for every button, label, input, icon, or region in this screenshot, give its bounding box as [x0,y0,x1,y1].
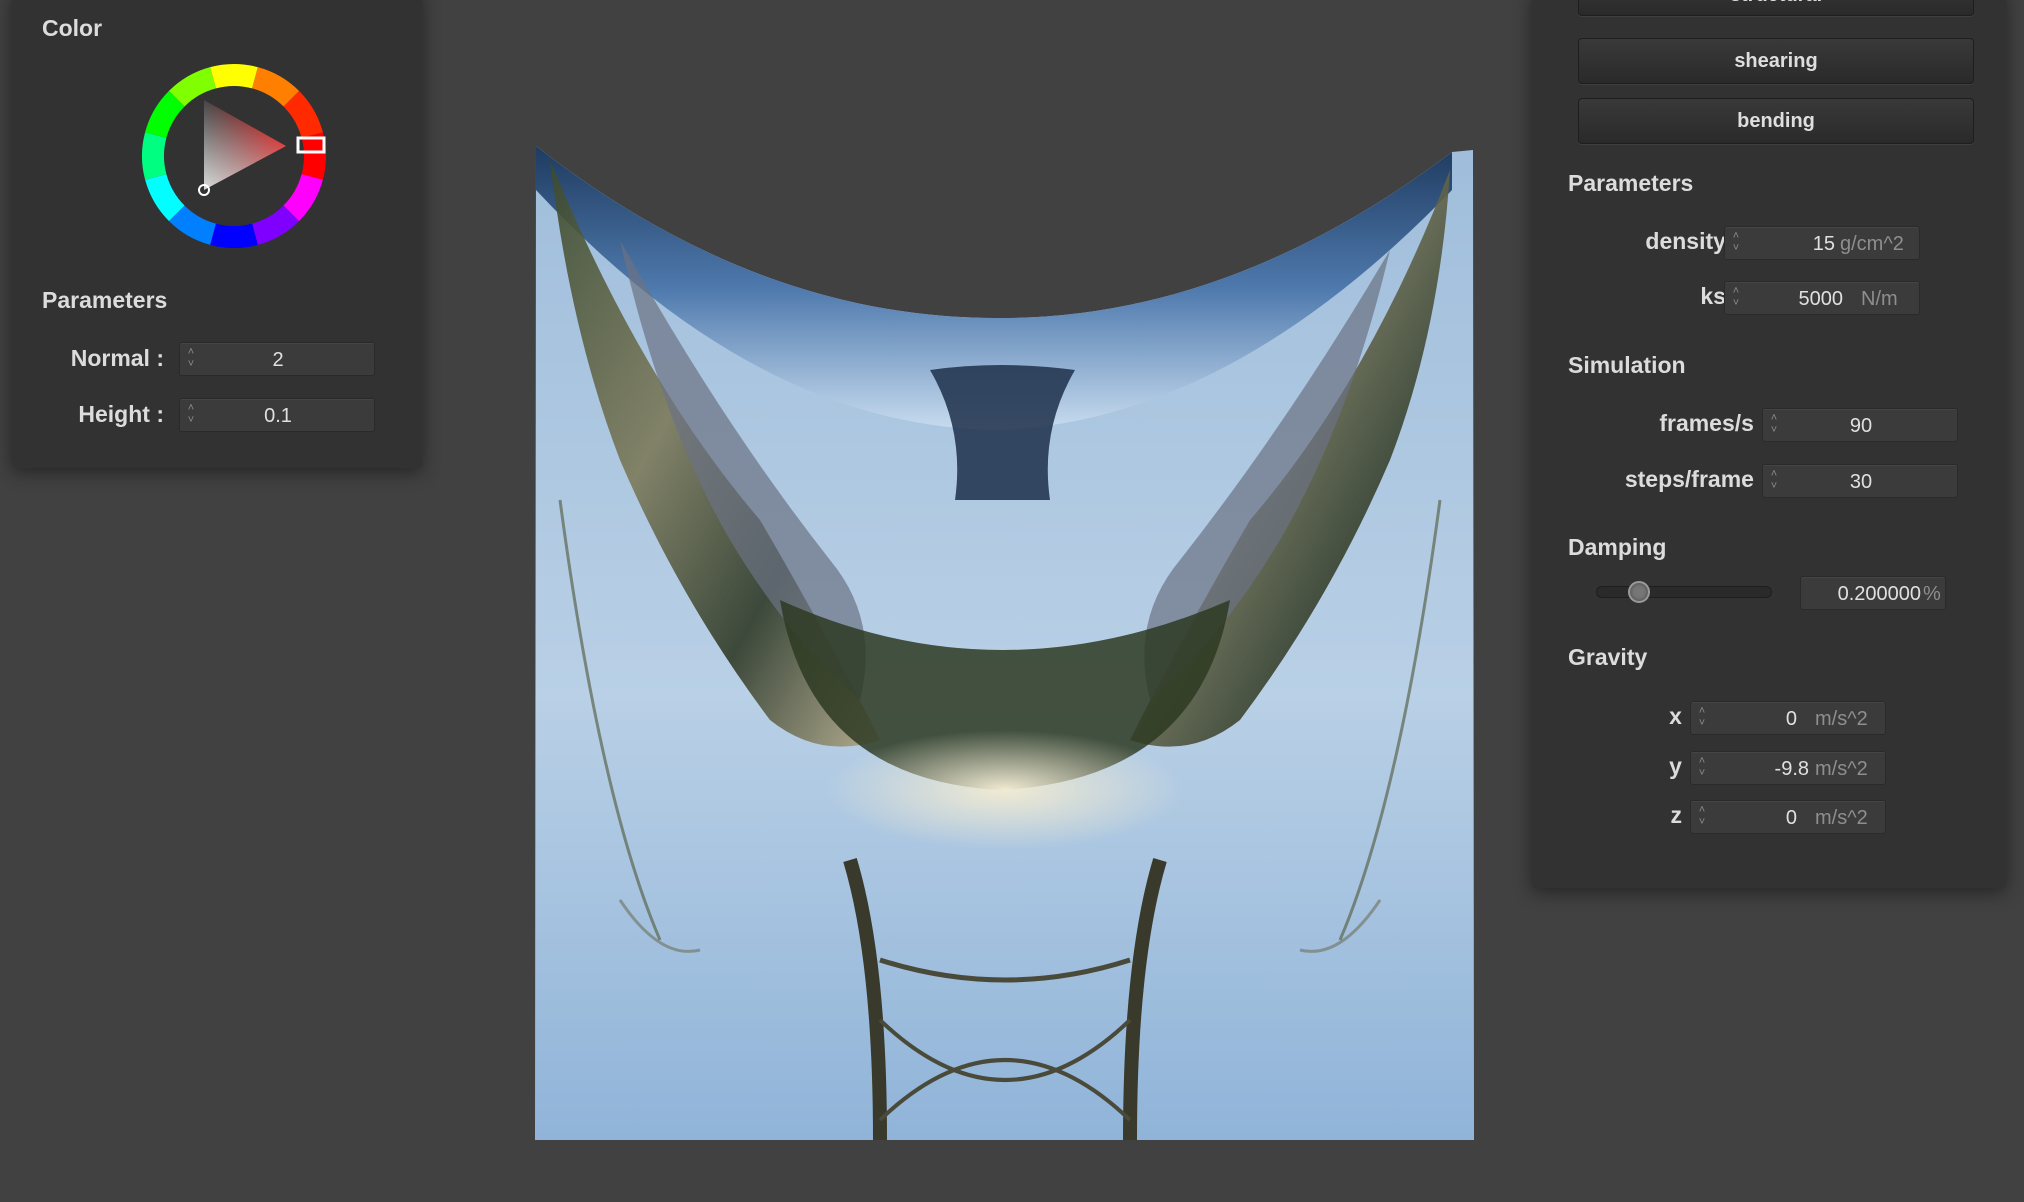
density-label: density : [1645,228,1740,254]
bending-button[interactable]: bending [1578,98,1974,144]
density-spinbox[interactable]: ˄ ˅ 15 g/cm^2 [1724,226,1920,260]
spin-arrows-icon[interactable]: ˄ ˅ [1767,412,1781,438]
spin-arrows-icon[interactable]: ˄ ˅ [184,402,198,428]
gravity-y-unit: m/s^2 [1815,758,1868,780]
damping-title: Damping [1568,534,1667,560]
spin-arrows-icon[interactable]: ˄ ˅ [1729,285,1743,311]
spin-arrows-icon[interactable]: ˄ ˅ [1767,468,1781,494]
damping-unit: % [1923,583,1941,605]
simulation-title: Simulation [1568,352,1686,378]
gravity-z-spinbox[interactable]: ˄ ˅ 0 m/s^2 [1690,800,1886,834]
gravity-y-spinbox[interactable]: ˄ ˅ -9.8 m/s^2 [1690,751,1886,785]
ks-value: 5000 [1798,288,1844,310]
fps-value: 90 [1849,415,1873,437]
height-spinbox[interactable]: ˄ ˅ 0.1 [179,398,375,432]
color-wheel[interactable] [128,50,328,250]
fps-spinbox[interactable]: ˄ ˅ 90 [1762,408,1958,442]
gravity-y-label: y : [1669,753,1696,779]
height-label: Height : [78,401,164,427]
gravity-y-value: -9.8 [1774,758,1809,780]
ks-unit: N/m [1861,288,1898,310]
gravity-z-unit: m/s^2 [1815,807,1868,829]
spin-arrows-icon[interactable]: ˄ ˅ [1695,804,1709,830]
steps-spinbox[interactable]: ˄ ˅ 30 [1762,464,1958,498]
spin-arrows-icon[interactable]: ˄ ˅ [1695,705,1709,731]
normal-value: 2 [272,349,284,371]
normal-label: Normal : [70,345,164,371]
gravity-z-value: 0 [1785,807,1797,829]
color-section-title: Color [42,15,103,41]
fps-label: frames/s : [1659,410,1768,436]
gravity-x-value: 0 [1785,708,1797,730]
gravity-z-label: z : [1670,802,1696,828]
damping-value: 0.200000 [1837,583,1921,605]
left-panel: Color Parameters Normal: ˄ ˅ 2 Height:… [12,0,422,468]
damping-field[interactable]: 0.200000 % [1800,576,1946,610]
spin-arrows-icon[interactable]: ˄ ˅ [1729,230,1743,256]
damping-slider-handle[interactable] [1627,581,1650,603]
density-unit: g/cm^2 [1840,233,1904,255]
left-parameters-title: Parameters [42,287,168,313]
structural-button[interactable]: structural [1578,0,1974,16]
ks-label: ks : [1700,283,1740,309]
normal-spinbox[interactable]: ˄ ˅ 2 [179,342,375,376]
density-value: 15 [1812,233,1835,255]
cloth-surface [535,146,1474,1140]
ks-spinbox[interactable]: ˄ ˅ 5000 N/m [1724,281,1920,315]
steps-label: steps/frame : [1624,466,1768,492]
right-parameters-title: Parameters [1568,170,1694,196]
shearing-button[interactable]: shearing [1578,38,1974,84]
gravity-x-spinbox[interactable]: ˄ ˅ 0 m/s^2 [1690,701,1886,735]
right-panel: structural shearing bending Parameters d… [1532,0,2006,888]
damping-slider[interactable] [1596,581,1772,603]
gravity-x-label: x : [1669,703,1696,729]
sv-triangle[interactable] [204,100,286,190]
gravity-title: Gravity [1568,644,1648,670]
spin-arrows-icon[interactable]: ˄ ˅ [1695,755,1709,781]
steps-value: 30 [1849,471,1873,493]
spin-arrows-icon[interactable]: ˄ ˅ [184,346,198,372]
gravity-x-unit: m/s^2 [1815,708,1868,730]
height-value: 0.1 [264,405,292,427]
